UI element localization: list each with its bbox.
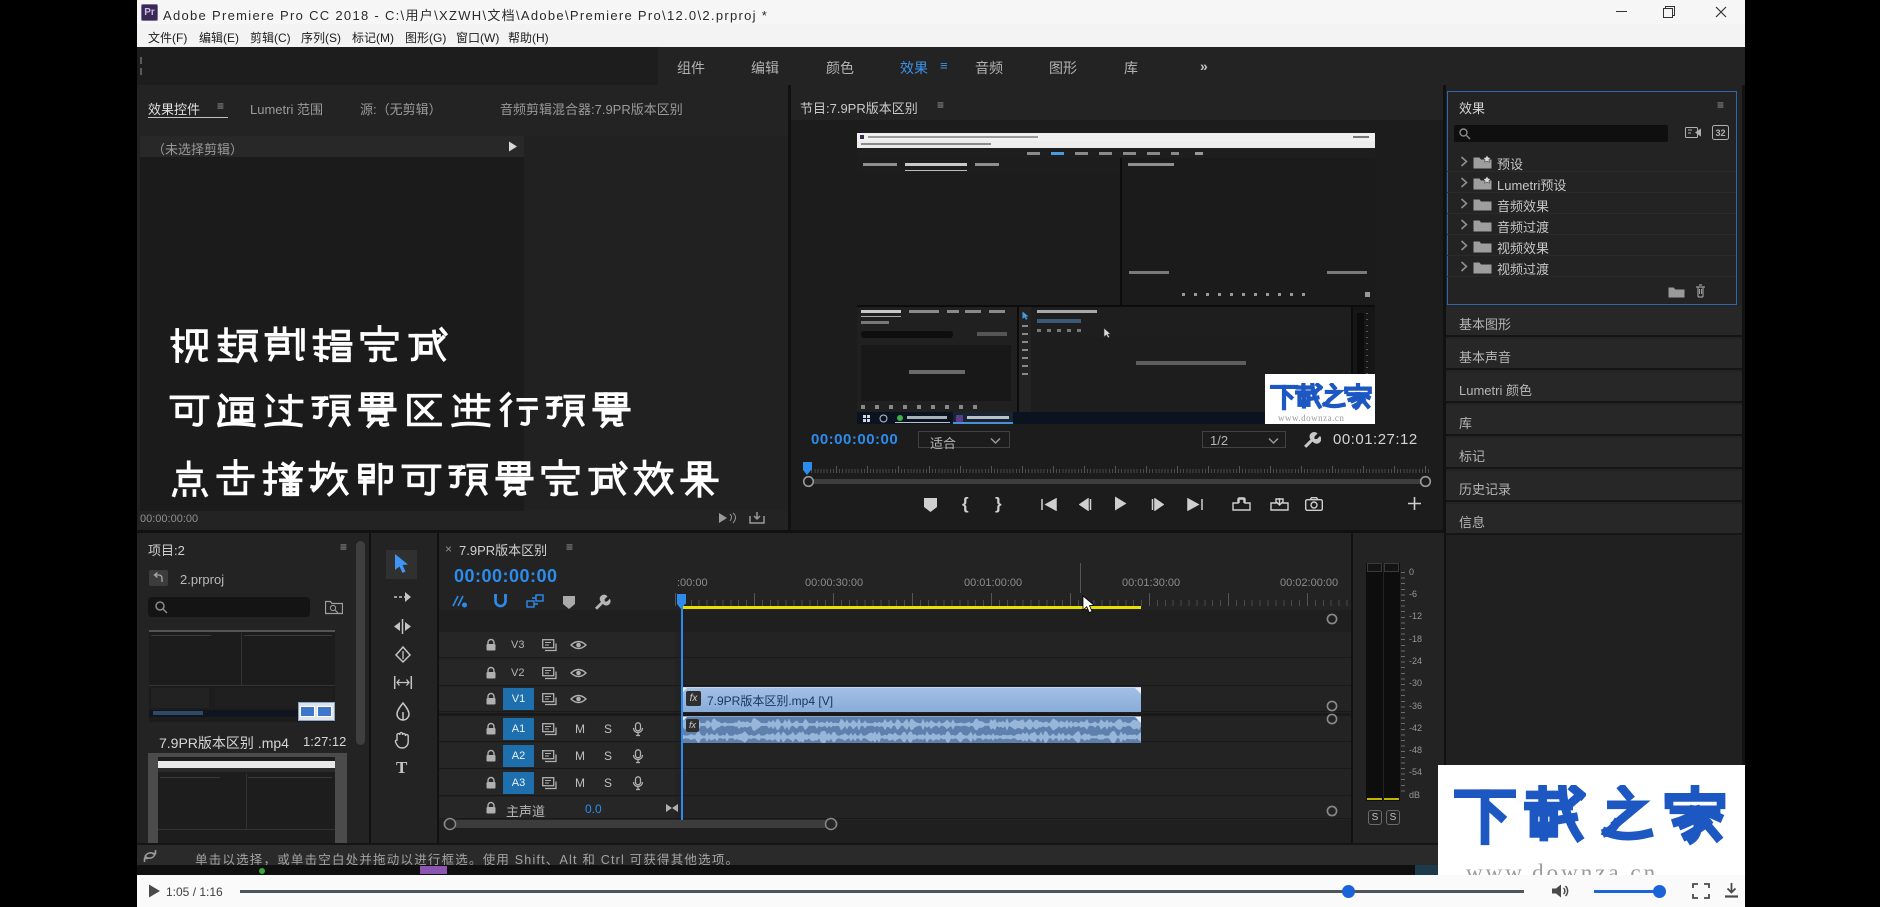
svg-text:32: 32 <box>1715 128 1725 138</box>
